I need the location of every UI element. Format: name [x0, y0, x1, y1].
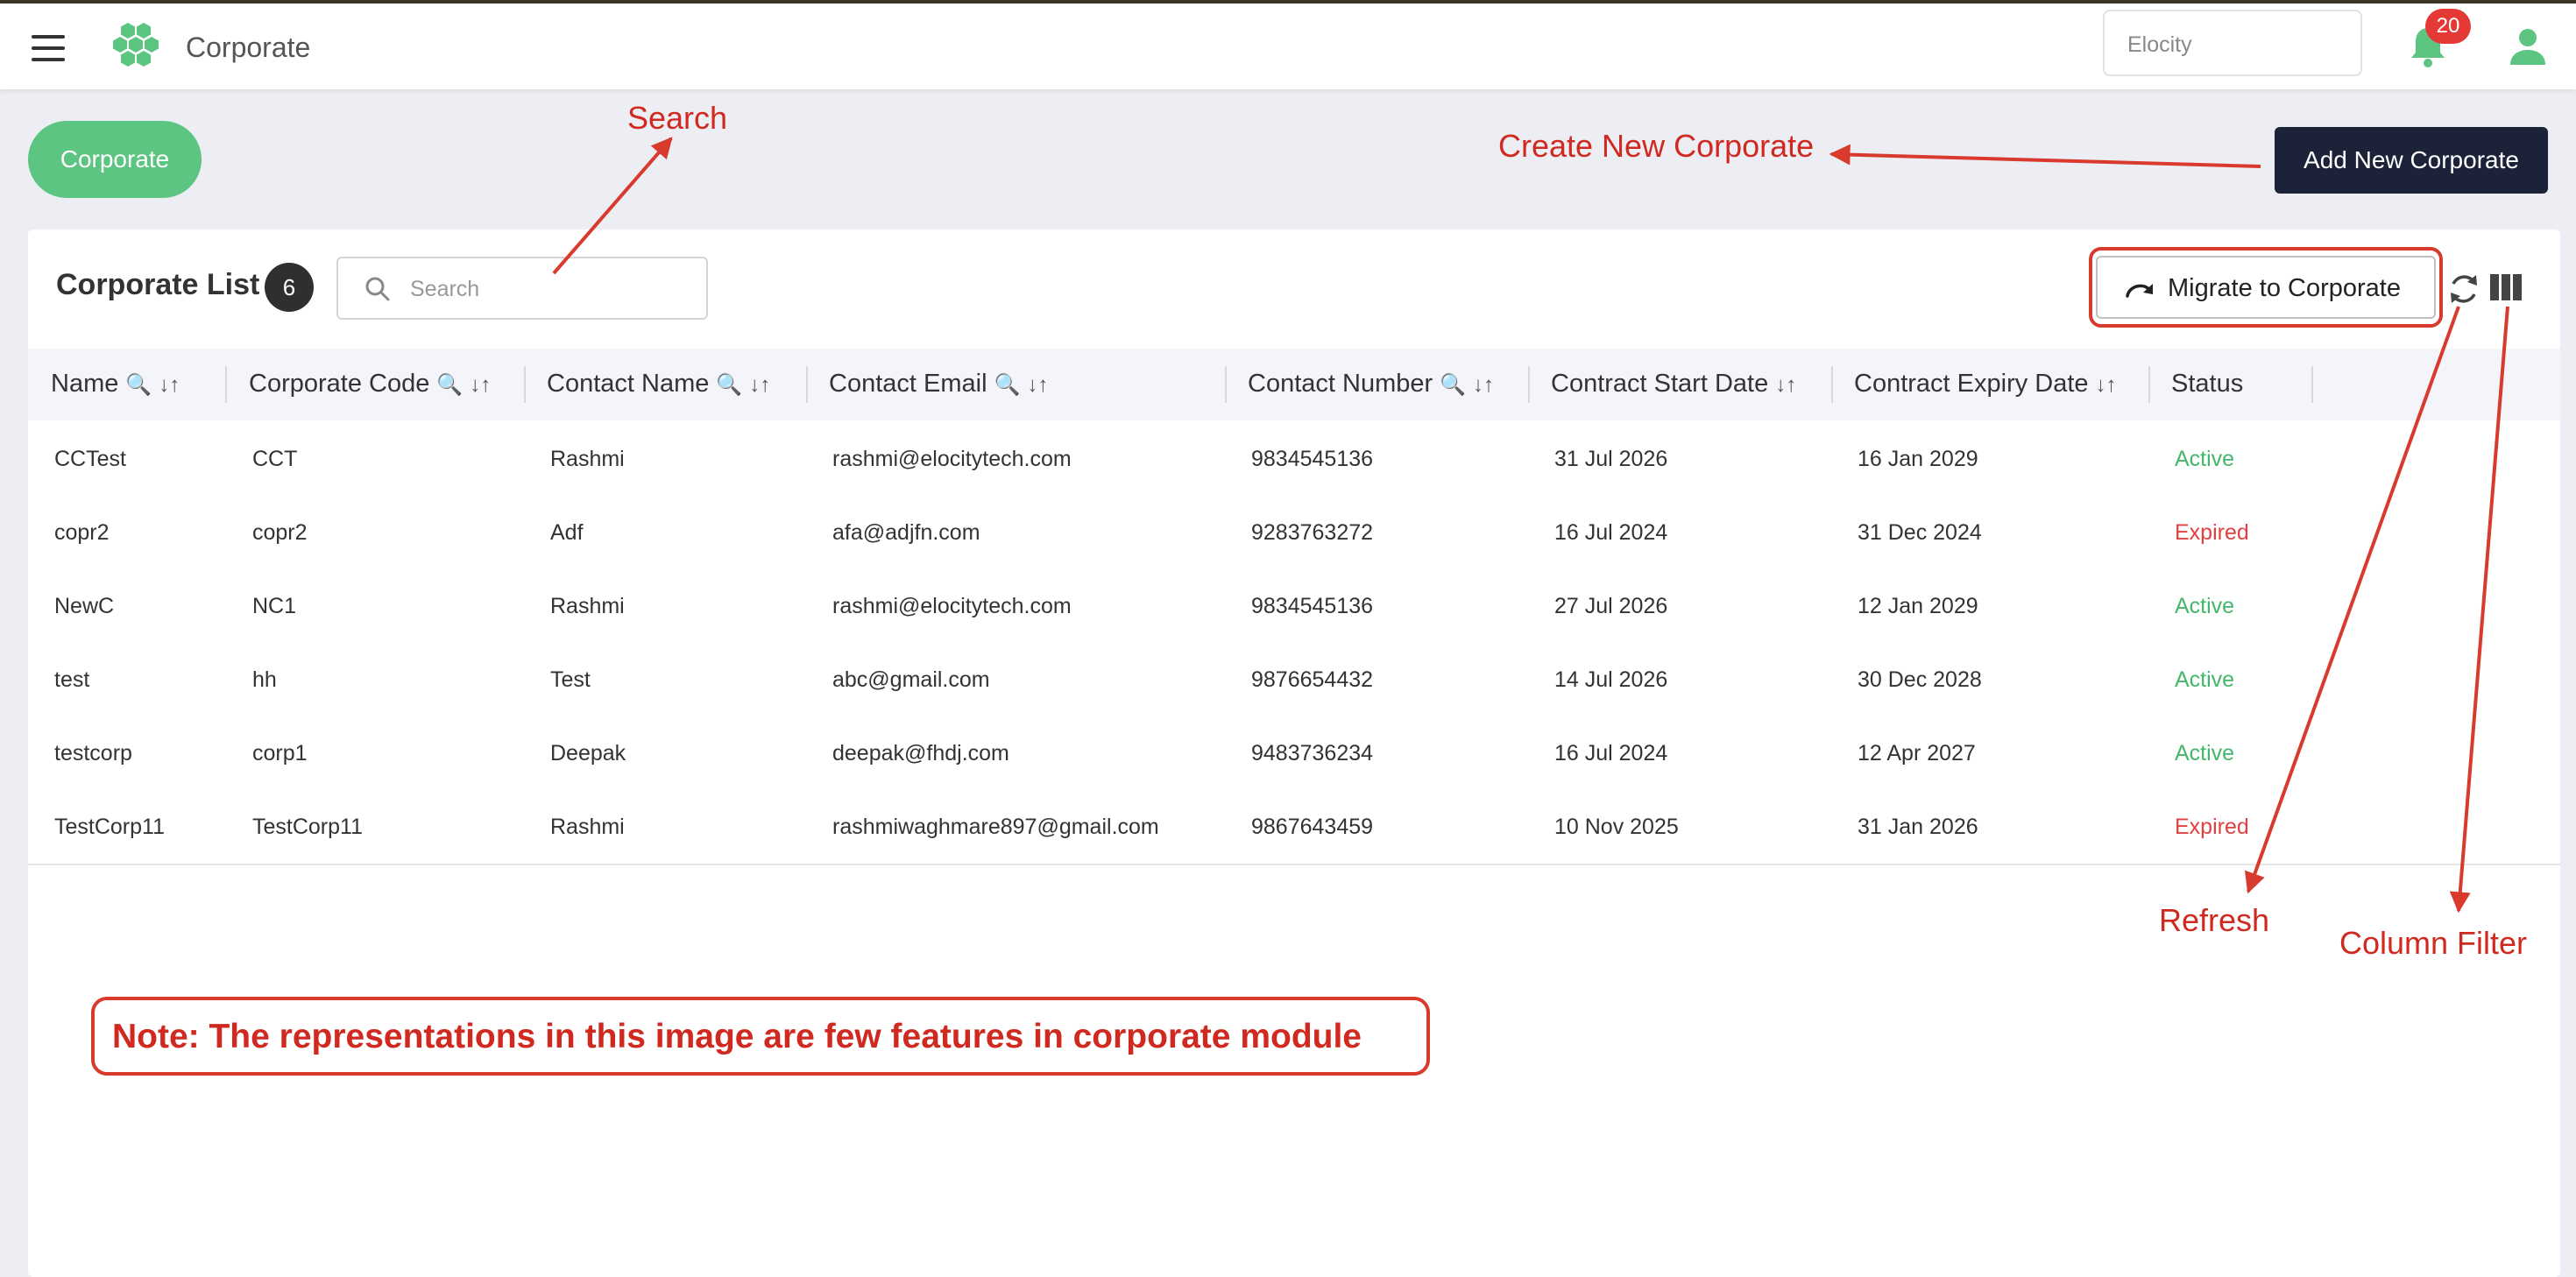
refresh-annotation-label: Refresh: [2159, 902, 2270, 938]
search-annotation-label: Search: [627, 100, 728, 136]
search-annotation-arrow: [552, 137, 673, 275]
column-filter-annotation-label: Column Filter: [2339, 925, 2528, 961]
note-callout: Note: The representations in this image …: [91, 997, 1430, 1076]
note-text: Note: The representations in this image …: [112, 1018, 1362, 1055]
annotation-arrows: [552, 137, 2509, 914]
create-annotation-arrow: [1829, 144, 2261, 168]
column-filter-annotation-arrow: [2449, 306, 2509, 914]
refresh-annotation-arrow: [2245, 306, 2460, 894]
create-annotation-label: Create New Corporate: [1498, 128, 1815, 164]
